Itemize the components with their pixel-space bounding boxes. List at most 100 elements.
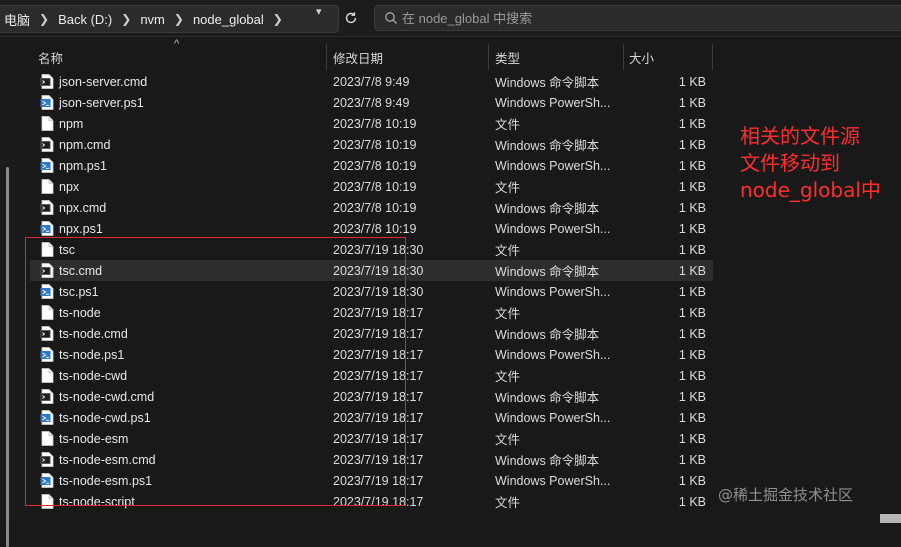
navigation-pane[interactable]: [0, 37, 22, 547]
column-header-name[interactable]: 名称: [38, 44, 63, 70]
file-size: 1 KB: [678, 473, 706, 488]
file-type: Windows 命令脚本: [495, 76, 600, 90]
search-box[interactable]: [374, 5, 901, 31]
file-type: Windows PowerSh...: [495, 410, 611, 425]
file-size: 1 KB: [678, 95, 706, 110]
file-name[interactable]: npx.ps1: [59, 222, 103, 236]
file-type: 文件: [495, 118, 521, 132]
file-type: 文件: [495, 244, 521, 258]
file-size: 1 KB: [678, 221, 706, 236]
file-name[interactable]: json-server.cmd: [59, 75, 147, 89]
annotation-line: node_global中: [740, 178, 881, 202]
file-type: Windows PowerSh...: [495, 221, 611, 236]
annotation-line: 文件移动到: [740, 151, 840, 175]
file-row[interactable]: npx.cmd 2023/7/8 10:19 Windows 命令脚本 1 KB: [30, 197, 713, 218]
column-size-label: 大小: [629, 51, 655, 66]
file-row[interactable]: npx 2023/7/8 10:19 文件 1 KB: [30, 176, 713, 197]
file-modified-date: 2023/7/8 10:19: [333, 179, 417, 194]
file-type: Windows 命令脚本: [495, 265, 600, 279]
search-input[interactable]: [402, 10, 882, 26]
file-size: 1 KB: [678, 242, 706, 257]
file-size: 1 KB: [678, 137, 706, 152]
column-date-label: 修改日期: [333, 51, 384, 66]
file-size: 1 KB: [678, 284, 706, 299]
breadcrumb-nvm[interactable]: nvm: [136, 12, 169, 27]
file-size: 1 KB: [678, 179, 706, 194]
chevron-right-icon[interactable]: ❯: [116, 12, 136, 26]
file-modified-date: 2023/7/8 10:19: [333, 158, 417, 173]
file-row[interactable]: npm.cmd 2023/7/8 10:19 Windows 命令脚本 1 KB: [30, 134, 713, 155]
file-name[interactable]: npx.cmd: [59, 201, 106, 215]
corner-badge: [880, 514, 901, 523]
file-type: 文件: [495, 307, 521, 321]
cmd-file-icon: [40, 200, 54, 215]
file-name[interactable]: npm: [59, 117, 83, 131]
annotation-line: 相关的文件源: [740, 124, 860, 148]
chevron-right-icon[interactable]: ❯: [34, 12, 54, 26]
ps1-file-icon: [40, 95, 54, 110]
navigation-scrollbar[interactable]: [6, 167, 9, 547]
column-header-type[interactable]: 类型: [495, 44, 520, 70]
file-modified-date: 2023/7/8 9:49: [333, 95, 410, 110]
file-row[interactable]: json-server.cmd 2023/7/8 9:49 Windows 命令脚本…: [30, 71, 713, 92]
file-type: Windows PowerSh...: [495, 158, 611, 173]
file-size: 1 KB: [678, 368, 706, 383]
file-size: 1 KB: [678, 305, 706, 320]
chevron-down-icon[interactable]: ▾: [316, 5, 322, 18]
file-type: Windows 命令脚本: [495, 454, 600, 468]
file-type: 文件: [495, 181, 521, 195]
cmd-file-icon: [40, 74, 54, 89]
column-divider[interactable]: [712, 44, 713, 70]
column-header-date[interactable]: 修改日期: [333, 44, 383, 70]
file-size: 1 KB: [678, 326, 706, 341]
breadcrumb[interactable]: 电脑 ❯ Back (D:) ❯ nvm ❯ node_global ❯: [0, 5, 339, 33]
breadcrumb-this-pc[interactable]: 电脑: [0, 10, 34, 29]
file-row[interactable]: npm 2023/7/8 10:19 文件 1 KB: [30, 113, 713, 134]
file-size: 1 KB: [678, 452, 706, 467]
column-name-label: 名称: [38, 51, 64, 66]
file-modified-date: 2023/7/8 10:19: [333, 116, 417, 131]
column-divider[interactable]: [326, 44, 327, 70]
sort-ascending-icon: ^: [174, 38, 180, 50]
annotation-highlight-box: [25, 237, 406, 506]
file-type: Windows PowerSh...: [495, 284, 611, 299]
watermark: @稀土掘金技术社区: [718, 486, 854, 504]
file-icon: [41, 179, 54, 194]
column-divider[interactable]: [488, 44, 489, 70]
file-name[interactable]: npm.cmd: [59, 138, 110, 152]
breadcrumb-drive-d[interactable]: Back (D:): [54, 12, 116, 27]
file-size: 1 KB: [678, 116, 706, 131]
chevron-right-icon[interactable]: ❯: [268, 12, 288, 26]
file-name[interactable]: npx: [59, 180, 79, 194]
file-type: Windows 命令脚本: [495, 202, 600, 216]
breadcrumb-node-global[interactable]: node_global: [189, 12, 268, 27]
file-name[interactable]: npm.ps1: [59, 159, 107, 173]
file-type: Windows 命令脚本: [495, 328, 600, 342]
column-type-label: 类型: [495, 51, 521, 66]
column-divider[interactable]: [623, 44, 624, 70]
file-row[interactable]: npm.ps1 2023/7/8 10:19 Windows PowerSh... 1…: [30, 155, 713, 176]
file-type: Windows PowerSh...: [495, 473, 611, 488]
file-name[interactable]: json-server.ps1: [59, 96, 144, 110]
file-size: 1 KB: [678, 431, 706, 446]
file-type: 文件: [495, 433, 521, 447]
file-size: 1 KB: [678, 263, 706, 278]
refresh-button[interactable]: [340, 6, 362, 30]
file-modified-date: 2023/7/8 10:19: [333, 200, 417, 215]
file-icon: [41, 116, 54, 131]
search-icon: [384, 11, 398, 25]
cmd-file-icon: [40, 137, 54, 152]
file-row[interactable]: json-server.ps1 2023/7/8 9:49 Windows Powe…: [30, 92, 713, 113]
file-row[interactable]: npx.ps1 2023/7/8 10:19 Windows PowerSh... 1…: [30, 218, 713, 239]
file-type: Windows PowerSh...: [495, 95, 611, 110]
file-type: 文件: [495, 496, 521, 510]
chevron-right-icon[interactable]: ❯: [169, 12, 189, 26]
file-type: Windows 命令脚本: [495, 391, 600, 405]
file-size: 1 KB: [678, 200, 706, 215]
address-toolbar: 电脑 ❯ Back (D:) ❯ nvm ❯ node_global ❯ ▾: [0, 0, 901, 37]
column-header-size[interactable]: 大小: [629, 44, 654, 70]
ps1-file-icon: [40, 158, 54, 173]
file-modified-date: 2023/7/8 9:49: [333, 74, 410, 89]
file-size: 1 KB: [678, 347, 706, 362]
file-type: 文件: [495, 370, 521, 384]
